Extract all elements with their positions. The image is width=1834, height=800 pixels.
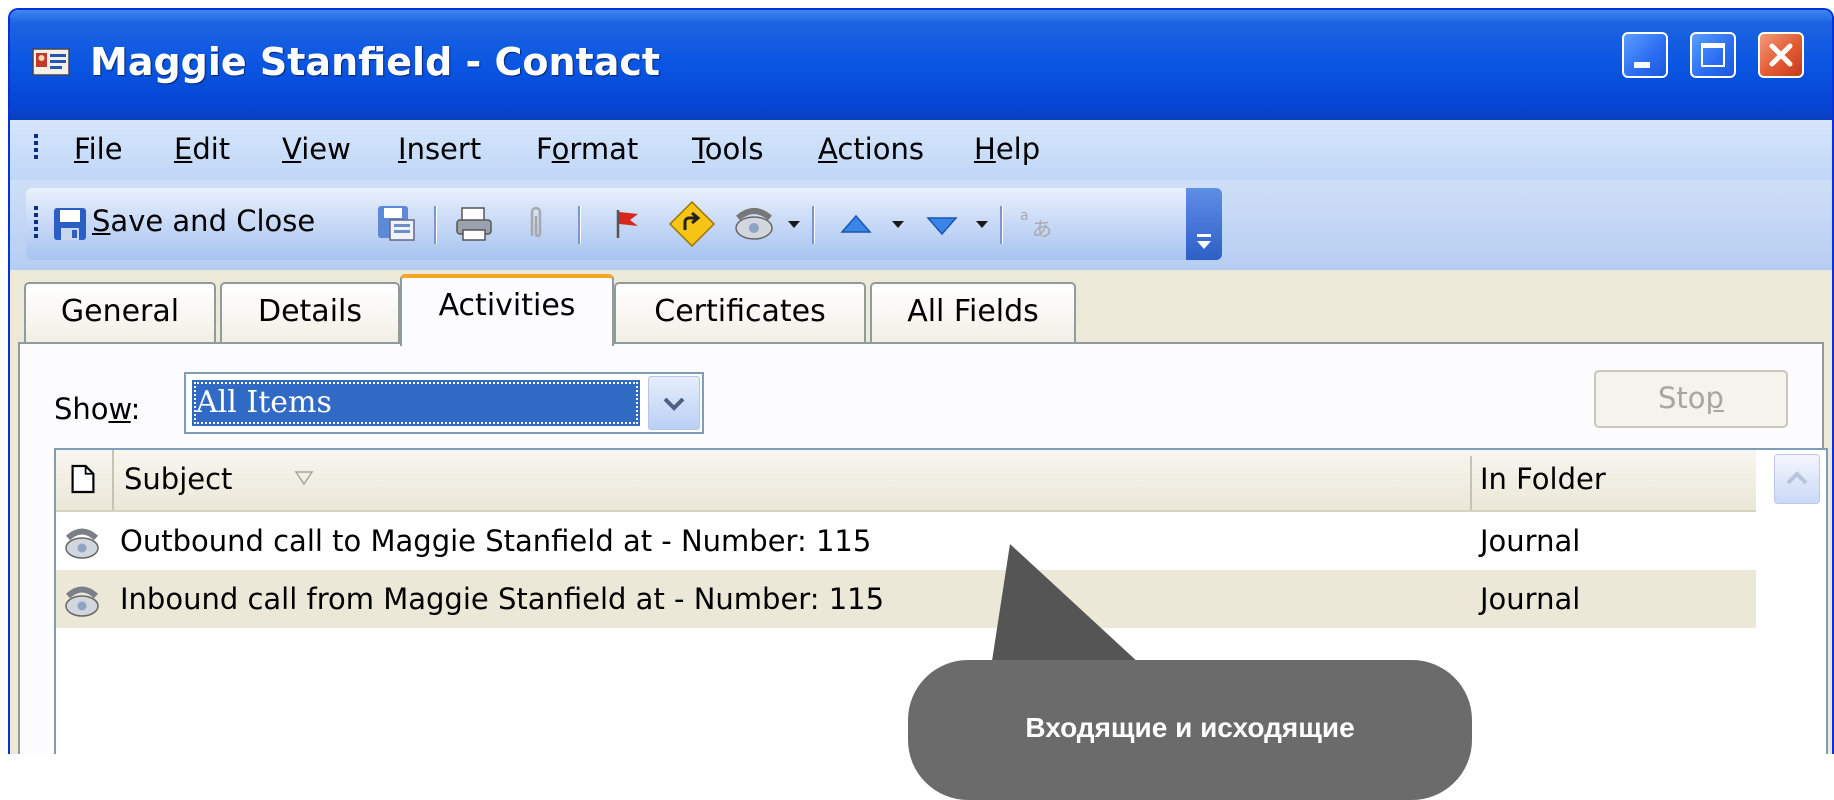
list-item[interactable]: Outbound call to Maggie Stanfield at - N… [56,512,1756,570]
phone-dial-dropdown[interactable] [788,221,800,228]
phone-dial-icon[interactable] [732,202,776,242]
show-dropdown[interactable]: All Items [184,372,704,434]
subject-cell: Outbound call to Maggie Stanfield at - N… [120,524,872,558]
close-button[interactable] [1758,32,1804,78]
toolbar-separator [434,206,437,244]
menu-edit[interactable]: Edit [174,132,230,166]
show-label: Show: [54,392,141,426]
menu-view[interactable]: View [282,132,351,166]
folder-cell: Journal [1480,582,1581,616]
toolbar-separator [1000,206,1003,244]
minimize-button[interactable] [1622,32,1668,78]
subject-column-header[interactable]: Subject [124,462,232,496]
menu-help[interactable]: Help [974,132,1040,166]
toolbar-separator [812,206,815,244]
maximize-icon [1701,43,1725,67]
toolbar-options-icon [1197,234,1211,249]
print-icon[interactable] [454,204,494,244]
tab-activities[interactable]: Activities [400,274,614,346]
maximize-button[interactable] [1690,32,1736,78]
navigate-arrow-icon[interactable] [668,200,716,248]
menu-bar: File Edit View Insert Format Tools Actio… [10,120,1832,180]
document-icon [71,464,95,494]
stop-button[interactable]: Stop [1594,370,1788,428]
folder-cell: Journal [1480,524,1581,558]
menu-format[interactable]: Format [536,132,638,166]
translate-icon[interactable]: a あ [1018,202,1058,242]
svg-text:a: a [1020,208,1029,224]
phone-call-icon [65,528,99,559]
attach-paperclip-icon[interactable] [526,204,546,244]
close-icon [1769,43,1793,67]
standard-toolbar: Save and Close a あ [26,188,1222,260]
scroll-up-button[interactable] [1774,454,1820,504]
contact-window: Maggie Stanfield - Contact File Edit Vie… [8,8,1834,754]
contact-card-icon [32,48,70,76]
sort-arrow-icon [294,471,314,486]
tab-certificates[interactable]: Certificates [614,282,866,344]
menu-file[interactable]: File [74,132,123,166]
svg-text:あ: あ [1032,217,1052,241]
phone-call-icon [65,586,99,617]
callout-text: Входящие и исходящие [1025,712,1355,743]
show-selected-value[interactable]: All Items [192,380,640,426]
minimize-icon [1634,62,1650,68]
list-header: Subject In Folder [56,450,1756,513]
menu-tools[interactable]: Tools [692,132,763,166]
toolbar-options-button[interactable] [1186,188,1222,260]
previous-item-dropdown[interactable] [892,221,904,228]
subject-cell: Inbound call from Maggie Stanfield at - … [120,582,885,616]
toolbar-band: Save and Close a あ [10,180,1832,271]
tab-general[interactable]: General [24,282,216,344]
toolbar-grip-handle[interactable] [34,206,38,241]
chevron-up-icon [1786,471,1808,485]
toolbar-separator [578,206,581,244]
window-title: Maggie Stanfield - Contact [90,40,661,84]
next-item-dropdown[interactable] [976,221,988,228]
tab-details[interactable]: Details [220,282,400,344]
menu-actions[interactable]: Actions [818,132,924,166]
save-disk-icon [54,208,86,240]
menu-insert[interactable]: Insert [398,132,481,166]
title-bar[interactable]: Maggie Stanfield - Contact [10,10,1832,120]
save-and-close-button[interactable]: Save and Close [92,204,315,238]
next-item-icon[interactable] [924,212,960,240]
show-dropdown-button[interactable] [648,376,700,430]
list-item[interactable]: Inbound call from Maggie Stanfield at - … [56,570,1756,628]
icon-column-header[interactable] [56,450,114,510]
follow-up-flag-icon[interactable] [610,206,646,242]
tab-all-fields[interactable]: All Fields [870,282,1076,344]
callout-pointer [990,544,1140,674]
menu-grip-handle[interactable] [34,134,38,162]
column-divider[interactable] [1470,456,1472,510]
save-as-icon[interactable] [376,202,416,242]
previous-item-icon[interactable] [838,212,874,240]
chevron-down-icon [663,397,685,411]
folder-column-header[interactable]: In Folder [1480,462,1606,496]
